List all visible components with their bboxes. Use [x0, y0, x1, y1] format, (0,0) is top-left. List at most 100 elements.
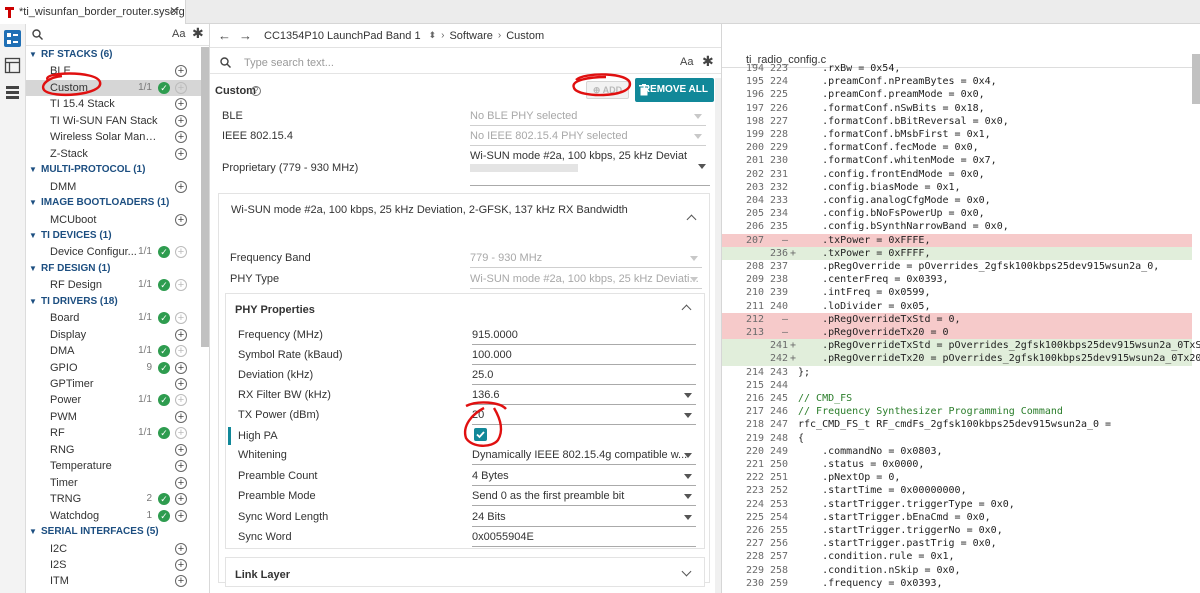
add-instance-icon[interactable]: + [175, 460, 187, 473]
add-instance-icon[interactable]: + [175, 410, 187, 423]
add-instance-icon[interactable]: + [175, 542, 187, 555]
add-instance-icon[interactable]: + [175, 246, 187, 259]
whitening-select[interactable]: Dynamically IEEE 802.15.4g compatible w.… [472, 449, 696, 465]
add-instance-icon[interactable]: + [175, 443, 187, 456]
add-instance-icon[interactable]: + [175, 147, 187, 160]
add-instance-icon[interactable]: + [175, 131, 187, 144]
tree-module-item[interactable]: ITM + [26, 573, 209, 589]
tree-module-item[interactable]: Wireless Solar Managem... + [26, 129, 209, 145]
add-instance-icon[interactable]: + [175, 575, 187, 588]
tree-module-item[interactable]: DMA 1/1 ✓ + [26, 343, 209, 359]
tree-module-item[interactable]: TRNG 2 ✓ + [26, 491, 209, 507]
close-icon[interactable]: ✕ [169, 4, 179, 18]
regex-icon[interactable]: ✱ [192, 25, 204, 42]
add-instance-icon[interactable]: + [175, 493, 187, 506]
tree-module-item[interactable]: Z-Stack + [26, 146, 209, 162]
sync-word-length-select[interactable]: 24 Bits [472, 511, 696, 527]
add-instance-icon[interactable]: + [175, 427, 187, 440]
tree-category[interactable]: ▼ RF DESIGN (1) [26, 261, 209, 277]
breadcrumb-software[interactable]: Software [449, 30, 492, 42]
phy-properties-title[interactable]: PHY Properties [235, 304, 315, 316]
forward-arrow-icon[interactable]: → [239, 28, 252, 43]
high-pa-checkbox[interactable] [474, 428, 487, 441]
add-instance-icon[interactable]: + [175, 345, 187, 358]
tx-power-select[interactable]: 20 [472, 409, 696, 425]
tree-module-item[interactable]: RNG + [26, 442, 209, 458]
file-tab[interactable]: *ti_wisunfan_border_router.syscfg ✕ [0, 0, 186, 24]
config-view-icon[interactable] [4, 30, 21, 47]
match-case-icon[interactable]: Aa [680, 56, 693, 68]
search-input[interactable]: Type search text... [244, 57, 334, 69]
tree-module-item[interactable]: Display + [26, 327, 209, 343]
tree-category[interactable]: ▼ TI DRIVERS (18) [26, 294, 209, 310]
symbol-rate-input[interactable]: 100.000 [472, 349, 696, 365]
tree-module-item[interactable]: TI Wi-SUN FAN Stack + [26, 113, 209, 129]
add-instance-icon[interactable]: + [175, 65, 187, 78]
add-instance-icon[interactable]: + [175, 328, 187, 341]
tree-module-item[interactable]: DMM + [26, 179, 209, 195]
remove-all-button[interactable]: REMOVE ALL [635, 78, 714, 102]
tree-module-item[interactable]: Timer + [26, 475, 209, 491]
link-layer-title[interactable]: Link Layer [235, 569, 290, 581]
sync-word-input[interactable]: 0x0055904E [472, 531, 696, 547]
wisun-phy-title[interactable]: Wi-SUN mode #2a, 100 kbps, 25 kHz Deviat… [231, 204, 628, 216]
frequency-band-select[interactable]: 779 - 930 MHz [470, 252, 702, 268]
add-instance-icon[interactable]: + [175, 476, 187, 489]
add-instance-icon[interactable]: + [175, 361, 187, 374]
tree-module-item[interactable]: Custom 1/1 ✓ + [26, 79, 209, 96]
tree-module-item[interactable]: RF 1/1 ✓ + [26, 425, 209, 441]
rx-filter-bw-select[interactable]: 136.6 [472, 389, 696, 405]
deviation-input[interactable]: 25.0 [472, 369, 696, 385]
config-scrollbar[interactable] [715, 78, 721, 593]
tree-module-item[interactable]: Temperature + [26, 458, 209, 474]
regex-icon[interactable]: ✱ [702, 53, 714, 70]
tree-category[interactable]: ▼ MULTI-PROTOCOL (1) [26, 162, 209, 178]
updown-icon[interactable]: ⬍ [429, 30, 437, 41]
tree-module-item[interactable]: Watchdog 1 ✓ + [26, 508, 209, 524]
add-button[interactable]: ⊕ ADD [586, 81, 629, 99]
back-arrow-icon[interactable]: ← [218, 28, 231, 43]
board-selector[interactable]: CC1354P10 LaunchPad Band 1 [264, 30, 421, 42]
ieee-phy-select[interactable]: No IEEE 802.15.4 PHY selected [470, 130, 706, 146]
add-instance-icon[interactable]: + [175, 558, 187, 571]
tree-module-item[interactable]: BLE + [26, 63, 209, 79]
preamble-mode-select[interactable]: Send 0 as the first preamble bit [472, 490, 696, 506]
add-instance-icon[interactable]: + [175, 509, 187, 522]
tree-category[interactable]: ▼ TI DEVICES (1) [26, 228, 209, 244]
add-instance-icon[interactable]: + [175, 378, 187, 390]
add-instance-icon[interactable]: + [175, 98, 187, 111]
tree-module-item[interactable]: Power 1/1 ✓ + [26, 392, 209, 408]
tree-module-item[interactable]: Device Configur... 1/1 ✓ + [26, 244, 209, 260]
preamble-count-select[interactable]: 4 Bytes [472, 470, 696, 486]
add-instance-icon[interactable]: + [175, 394, 187, 407]
frequency-input[interactable]: 915.0000 [472, 329, 696, 345]
add-instance-icon[interactable]: + [175, 312, 187, 325]
phy-type-select[interactable]: Wi-SUN mode #2a, 100 kbps, 25 kHz Deviat… [470, 273, 702, 289]
add-instance-icon[interactable]: + [175, 279, 187, 292]
tree-category[interactable]: ▼ IMAGE BOOTLOADERS (1) [26, 195, 209, 211]
add-instance-icon[interactable]: + [175, 213, 187, 226]
tree-category[interactable]: ▼ SERIAL INTERFACES (5) [26, 524, 209, 540]
add-instance-icon[interactable]: + [175, 180, 187, 193]
help-icon[interactable]: ? [251, 86, 261, 96]
tree-category[interactable]: ▼ RF STACKS (6) [26, 47, 209, 63]
tree-module-item[interactable]: I2C + [26, 541, 209, 557]
add-instance-icon[interactable]: + [175, 81, 187, 94]
tree-module-item[interactable]: TI 15.4 Stack + [26, 96, 209, 112]
tree-scrollbar[interactable] [201, 47, 209, 347]
tree-module-item[interactable]: RF Design 1/1 ✓ + [26, 277, 209, 293]
code-scrollbar[interactable] [1192, 54, 1200, 104]
tree-module-item[interactable]: I2S + [26, 557, 209, 573]
tree-module-item[interactable]: GPIO 9 ✓ + [26, 360, 209, 376]
match-case-icon[interactable]: Aa [172, 28, 185, 40]
tree-module-item[interactable]: Board 1/1 ✓ + [26, 310, 209, 326]
ble-phy-select[interactable]: No BLE PHY selected [470, 110, 706, 126]
tree-module-item[interactable]: GPTimer + [26, 376, 209, 392]
add-instance-icon[interactable]: + [175, 114, 187, 127]
resource-view-icon[interactable] [4, 84, 21, 101]
tree-module-item[interactable]: PWM + [26, 409, 209, 425]
search-icon[interactable] [32, 29, 43, 40]
files-view-icon[interactable] [4, 57, 21, 74]
breadcrumb-custom[interactable]: Custom [506, 30, 544, 42]
tree-module-item[interactable]: MCUboot + [26, 212, 209, 228]
